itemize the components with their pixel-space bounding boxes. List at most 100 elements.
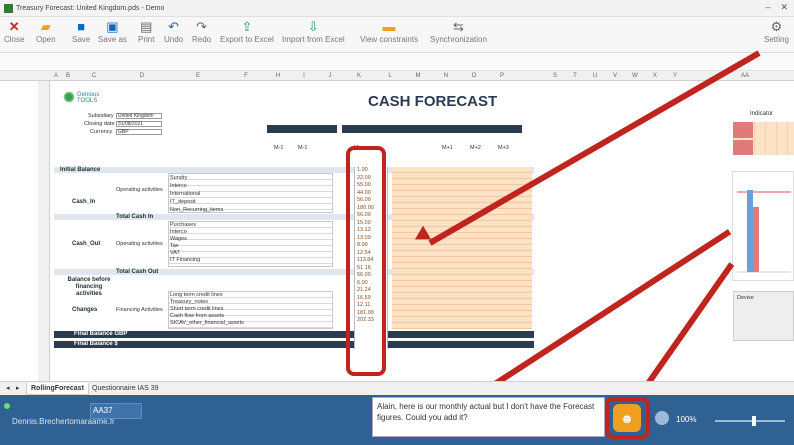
column-header-y: Y bbox=[672, 73, 677, 79]
cell-reference-field[interactable]: AA37 bbox=[90, 403, 142, 419]
subsidiary-label: Subsidiary bbox=[88, 113, 114, 119]
open-button[interactable]: ▰ Open bbox=[36, 19, 56, 51]
indicator-forecast-cell bbox=[733, 140, 753, 155]
toolbar: ✕ Close ▰ Open ■ Save ▣ Save as ▤ Print … bbox=[0, 17, 794, 53]
import-excel-icon: ⇩ bbox=[307, 19, 319, 34]
column-headers: A B C D E F H I J K L M N O P S T U V W … bbox=[0, 71, 794, 81]
cash-in-label: Cash_In bbox=[72, 199, 96, 205]
column-header-aa: AA bbox=[740, 73, 749, 79]
constraints-icon: ▬ bbox=[382, 19, 396, 34]
export-excel-button[interactable]: ⇪ Export to Excel bbox=[220, 19, 274, 51]
subsidiary-field[interactable]: United Kingdom bbox=[116, 113, 162, 119]
logo-mark bbox=[63, 91, 75, 103]
minimize-button[interactable]: – bbox=[765, 2, 770, 13]
sync-icon: ⇆ bbox=[453, 19, 464, 34]
column-header-k: K bbox=[356, 73, 361, 79]
tab-scroll-right[interactable]: ▸ bbox=[12, 383, 24, 395]
company-logo: Genious TOOLS bbox=[63, 89, 99, 111]
print-button[interactable]: ▤ Print bbox=[138, 19, 154, 51]
printer-icon: ▤ bbox=[140, 19, 153, 34]
final-balance-gbp-label: Final Balance GBP bbox=[74, 331, 128, 337]
zoom-minus-icon[interactable] bbox=[655, 411, 669, 425]
save-as-button[interactable]: ▣ Save as bbox=[98, 19, 127, 51]
indicator-actual-cell bbox=[733, 122, 753, 138]
column-header-w: W bbox=[632, 73, 638, 79]
closing-date-label: Closing date bbox=[84, 121, 115, 127]
save-button[interactable]: ■ Save bbox=[72, 19, 90, 51]
chart-bar-m bbox=[747, 190, 753, 272]
comment-input[interactable]: Alain, here is our monthly actual but I … bbox=[372, 397, 605, 437]
synchronization-button[interactable]: ⇆ Synchronization bbox=[430, 19, 487, 51]
zoom-slider-handle[interactable] bbox=[752, 416, 756, 426]
cash-in-item-1: Sundry bbox=[170, 175, 188, 181]
currency-label: Currency bbox=[90, 129, 113, 135]
column-header-u: U bbox=[592, 73, 598, 79]
column-header-i: I bbox=[303, 73, 305, 79]
financing-activities-label: Financing Activities bbox=[116, 307, 163, 313]
column-header-f: F bbox=[244, 73, 248, 79]
fx-label: Devise bbox=[737, 295, 754, 301]
tab-questionnaire[interactable]: Questionnaire IAS 39 bbox=[88, 383, 163, 395]
close-window-button[interactable]: ✕ bbox=[780, 2, 788, 13]
import-excel-button[interactable]: ⇩ Import from Excel bbox=[282, 19, 345, 51]
column-header-h: H bbox=[275, 73, 281, 79]
cash-out-item-3: Wages bbox=[170, 236, 187, 242]
cash-in-item-2: Interco bbox=[170, 183, 187, 189]
cash-in-item-5: Non_Recurring_items bbox=[170, 207, 224, 213]
financing-item-2: Treasury_notes bbox=[170, 299, 209, 305]
header-band-left bbox=[267, 125, 337, 133]
column-header-x: X bbox=[652, 73, 657, 79]
total-cash-out-label: Total Cash Out bbox=[116, 269, 159, 275]
column-header-p: P bbox=[499, 73, 504, 79]
final-balance-row bbox=[54, 341, 534, 348]
header-m-plus-2: M+2 bbox=[470, 145, 481, 151]
app-window: Treasury Forecast: United Kingdom.pds - … bbox=[0, 0, 794, 445]
cash-in-item-3: International bbox=[170, 191, 201, 197]
export-excel-icon: ⇪ bbox=[241, 19, 253, 34]
window-controls: – ✕ bbox=[765, 2, 788, 13]
zoom-slider[interactable] bbox=[715, 420, 785, 422]
header-m-minus-1: M-1 bbox=[274, 145, 284, 151]
balance-before-label: Balance before financing activities bbox=[67, 277, 111, 297]
send-message-button[interactable]: ☻ bbox=[613, 404, 641, 432]
cash-out-item-2: Interco bbox=[170, 229, 187, 235]
close-button[interactable]: ✕ Close bbox=[4, 19, 24, 51]
zoom-level[interactable]: 100% bbox=[676, 415, 696, 424]
sheet-title: CASH FORECAST bbox=[368, 93, 498, 110]
column-header-l: L bbox=[388, 73, 392, 79]
tab-rolling-forecast[interactable]: RollingForecast bbox=[26, 383, 89, 395]
column-header-o: O bbox=[471, 73, 477, 79]
cash-out-label: Cash_Out bbox=[72, 241, 101, 247]
indicator-label: Indicator bbox=[750, 111, 774, 117]
header-m-plus-3: M+3 bbox=[498, 145, 509, 151]
header-band-right bbox=[342, 125, 522, 133]
redo-button[interactable]: ↷ Redo bbox=[192, 19, 211, 51]
column-header-n: N bbox=[443, 73, 449, 79]
save-as-icon: ▣ bbox=[106, 19, 119, 34]
column-header-s: S bbox=[552, 73, 557, 79]
column-header-e: E bbox=[195, 73, 200, 79]
total-cash-in-label: Total Cash In bbox=[116, 214, 154, 220]
financing-item-4: Cash flow from assets bbox=[170, 313, 225, 319]
currency-field[interactable]: GBP bbox=[116, 129, 162, 135]
changes-label: Changes bbox=[72, 307, 98, 313]
cash-out-item-6: IT Financing bbox=[170, 257, 201, 263]
column-header-j: J bbox=[328, 73, 332, 79]
column-header-a: A bbox=[53, 73, 58, 79]
settings-button[interactable]: ⚙ Setting bbox=[764, 19, 789, 51]
undo-button[interactable]: ↶ Undo bbox=[164, 19, 183, 51]
column-header-v: V bbox=[612, 73, 617, 79]
financing-item-5: SICAV_other_financial_assets bbox=[170, 320, 244, 326]
operating-activities-in-label: Operating activities bbox=[116, 187, 163, 193]
undo-icon: ↶ bbox=[168, 19, 180, 34]
app-icon bbox=[4, 3, 13, 13]
financing-item-1: Long term credit lines bbox=[170, 292, 223, 298]
cash-out-item-4: Tax bbox=[170, 243, 179, 249]
column-header-b: B bbox=[65, 73, 70, 79]
highlight-actual-column bbox=[346, 146, 386, 376]
closing-date-field[interactable]: 31/08/2021 bbox=[116, 121, 162, 127]
header-m-minus-1-b: M-1 bbox=[298, 145, 308, 151]
column-header-c: C bbox=[91, 73, 97, 79]
collaboration-bar: Dennis.Brechertomaraame.fr AA37 Alain, h… bbox=[0, 395, 794, 445]
view-constraints-button[interactable]: ▬ View constraints bbox=[360, 19, 418, 51]
